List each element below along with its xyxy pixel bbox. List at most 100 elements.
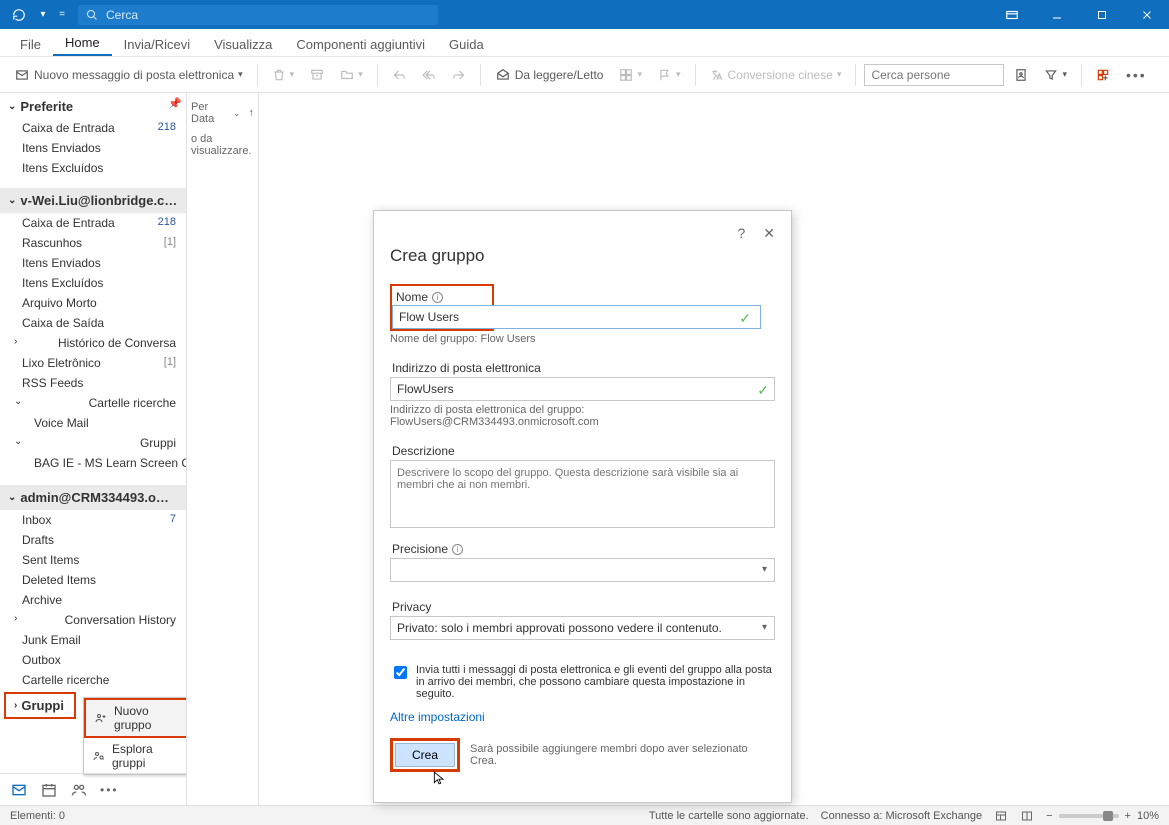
reply-button[interactable] [386, 64, 412, 86]
maximize-icon[interactable] [1079, 0, 1124, 29]
account-header-2[interactable]: ⌄admin@CRM334493.o… [0, 485, 186, 510]
name-hint: Nome del gruppo: Flow Users [390, 333, 775, 345]
folder-item[interactable]: Sent Items [0, 550, 186, 570]
flag-button[interactable]: ▾ [652, 64, 687, 86]
tab-send-receive[interactable]: Invia/Ricevi [112, 33, 202, 56]
tab-help[interactable]: Guida [437, 33, 496, 56]
dialog-close-icon[interactable]: ✕ [763, 225, 775, 242]
sort-direction-icon[interactable]: ↑ [249, 107, 255, 119]
more-nav-icon[interactable]: ••• [100, 783, 119, 797]
folder-item[interactable]: Archive [0, 590, 186, 610]
people-nav-icon[interactable] [70, 782, 88, 798]
ribbon-display-icon[interactable] [989, 0, 1034, 29]
sync-status: Tutte le cartelle sono aggiornate. [649, 810, 809, 822]
create-button[interactable]: Crea [395, 743, 455, 767]
more-settings-link[interactable]: Altre impostazioni [390, 710, 775, 724]
folder-expandable[interactable]: › Conversation History [0, 610, 186, 630]
folder-item[interactable]: BAG IE - MS Learn Screen Cap… [0, 453, 186, 473]
tab-home[interactable]: Home [53, 31, 112, 56]
zoom-track[interactable] [1059, 814, 1119, 818]
people-search-icon [92, 750, 106, 762]
reply-all-button[interactable] [416, 64, 442, 86]
folder-item[interactable]: Itens Enviados [0, 253, 186, 273]
folder-item[interactable]: Junk Email [0, 630, 186, 650]
view-reading-icon[interactable] [1020, 810, 1034, 822]
zoom-slider[interactable]: − + 10% [1046, 810, 1159, 822]
info-icon[interactable]: i [432, 292, 443, 303]
move-button[interactable]: ▾ [334, 64, 369, 86]
zoom-thumb[interactable] [1103, 811, 1113, 821]
folder-expandable[interactable]: ⌄ Cartelle ricerche [0, 393, 186, 413]
zoom-in-icon[interactable]: + [1125, 810, 1131, 822]
precision-select[interactable] [390, 558, 775, 582]
ribbon-tabs: File Home Invia/Ricevi Visualizza Compon… [0, 29, 1169, 57]
undo-icon[interactable]: ▾ [36, 4, 50, 26]
filter-button[interactable]: ▾ [1038, 64, 1073, 86]
translate-icon [710, 68, 724, 82]
group-email-input[interactable] [390, 377, 775, 401]
folder-expandable[interactable]: › Histórico de Conversa [0, 333, 186, 353]
zoom-out-icon[interactable]: − [1046, 810, 1052, 822]
folder-item[interactable]: Drafts [0, 530, 186, 550]
folder-item[interactable]: Deleted Items [0, 570, 186, 590]
account-header-1[interactable]: ⌄v-Wei.Liu@lionbridge.com [0, 188, 186, 213]
delete-button[interactable]: ▾ [266, 64, 301, 86]
view-normal-icon[interactable] [994, 810, 1008, 822]
folder-item[interactable]: Inbox7 [0, 510, 186, 530]
folder-item[interactable]: Itens Excluídos [0, 158, 186, 178]
folder-expandable[interactable]: ⌄ Gruppi [0, 433, 186, 453]
title-search-input[interactable] [104, 7, 430, 23]
checkbox-input[interactable] [394, 666, 407, 679]
close-icon[interactable] [1124, 0, 1169, 29]
folder-item[interactable]: Lixo Eletrônico[1] [0, 353, 186, 373]
ctx-explore-groups[interactable]: Esplora gruppi [84, 738, 187, 774]
info-icon[interactable]: i [452, 544, 463, 555]
tab-addins[interactable]: Componenti aggiuntivi [284, 33, 437, 56]
privacy-label: Privacy [390, 596, 775, 616]
group-name-input[interactable] [392, 305, 761, 329]
send-to-inbox-checkbox[interactable]: Invia tutti i messaggi di posta elettron… [390, 664, 775, 700]
folder-item[interactable]: Itens Excluídos [0, 273, 186, 293]
forward-button[interactable] [446, 64, 472, 86]
address-book-button[interactable] [1008, 64, 1034, 86]
help-icon[interactable]: ? [737, 225, 745, 242]
folder-item[interactable]: RSS Feeds [0, 373, 186, 393]
privacy-select[interactable]: Privato: solo i membri approvati possono… [390, 616, 775, 640]
search-people-input[interactable] [864, 64, 1004, 86]
favorites-header[interactable]: ⌄Preferite [0, 93, 186, 118]
addins-button[interactable] [1090, 64, 1116, 86]
qat-dropdown-icon[interactable]: = [56, 4, 68, 26]
folder-item[interactable]: Cartelle ricerche [0, 670, 186, 690]
title-search[interactable] [78, 5, 438, 25]
folder-item[interactable]: Arquivo Morto [0, 293, 186, 313]
groups-header[interactable]: ›Gruppi [4, 692, 76, 719]
calendar-nav-icon[interactable] [40, 782, 58, 798]
archive-button[interactable] [304, 64, 330, 86]
main-area: 📌 ⌄Preferite Caixa de Entrada218 Itens E… [0, 93, 1169, 805]
categorize-button[interactable]: ▾ [613, 64, 648, 86]
sort-dropdown[interactable]: Per Data⌄ ↑ [191, 99, 254, 127]
checkbox-label: Invia tutti i messaggi di posta elettron… [416, 664, 775, 700]
folder-item[interactable]: Itens Enviados [0, 138, 186, 158]
new-email-button[interactable]: Nuovo messaggio di posta elettronica ▾ [8, 64, 249, 86]
envelope-open-icon [495, 68, 511, 82]
more-icon[interactable]: ••• [1120, 63, 1153, 87]
chinese-conv-label: Conversione cinese [728, 68, 833, 82]
folder-item[interactable]: Rascunhos[1] [0, 233, 186, 253]
group-desc-input[interactable] [390, 460, 775, 528]
mail-nav-icon[interactable] [10, 782, 28, 798]
chinese-conv-button[interactable]: Conversione cinese ▾ [704, 64, 848, 86]
folder-item[interactable]: Caixa de Entrada218 [0, 213, 186, 233]
tab-view[interactable]: Visualizza [202, 33, 284, 56]
folder-item[interactable]: Voice Mail [0, 413, 186, 433]
refresh-icon[interactable] [8, 4, 30, 26]
folder-item[interactable]: Caixa de Entrada218 [0, 118, 186, 138]
tab-file[interactable]: File [8, 33, 53, 56]
read-unread-button[interactable]: Da leggere/Letto [489, 64, 610, 86]
minimize-icon[interactable] [1034, 0, 1079, 29]
mail-icon [14, 68, 30, 82]
pin-icon[interactable]: 📌 [168, 97, 182, 110]
ctx-new-group[interactable]: Nuovo gruppo [84, 698, 187, 738]
folder-item[interactable]: Outbox [0, 650, 186, 670]
folder-item[interactable]: Caixa de Saída [0, 313, 186, 333]
